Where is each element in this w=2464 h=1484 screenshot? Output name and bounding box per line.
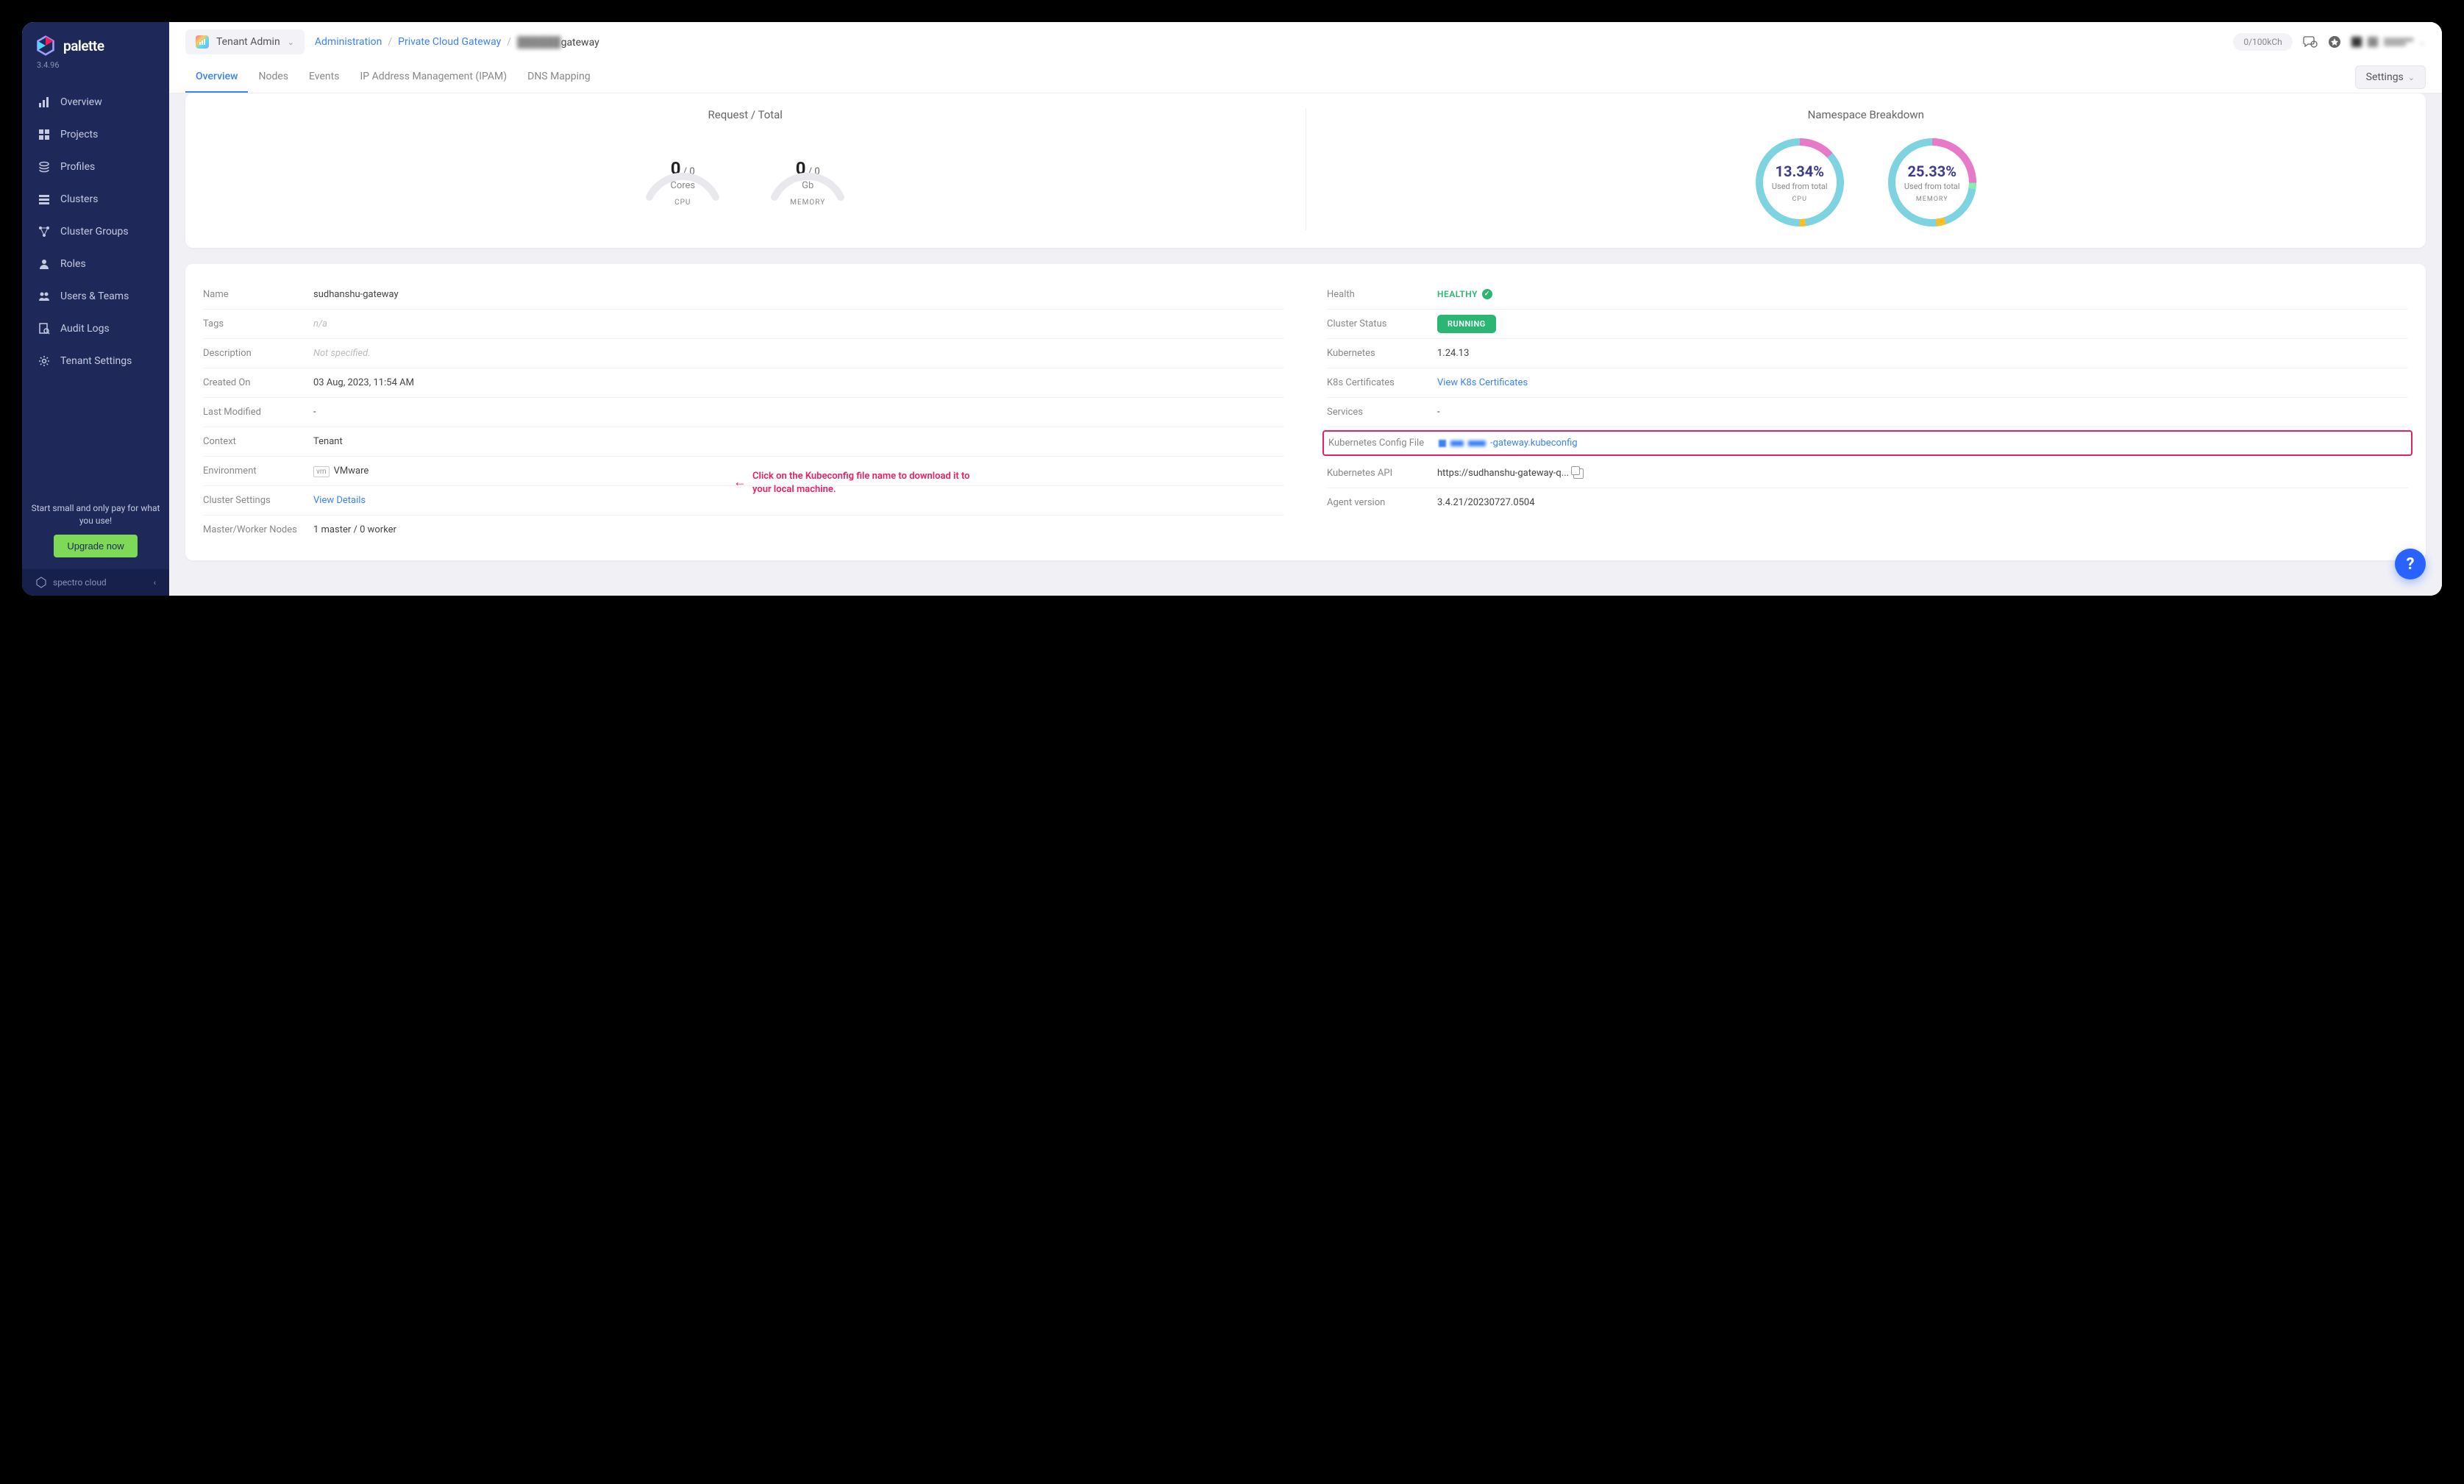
view-certs-link[interactable]: View K8s Certificates (1437, 377, 2408, 388)
nav-label: Cluster Groups (60, 226, 129, 238)
upgrade-box: Start small and only pay for what you us… (22, 492, 169, 569)
credits-pill[interactable]: 0/100kCh (2233, 33, 2292, 51)
gauge-memory: 0 / 0 Gb MEMORY (763, 135, 852, 207)
details-card: Namesudhanshu-gateway Tagsn/a Descriptio… (185, 264, 2426, 560)
topbar: Tenant Admin ⌄ Administration / Private … (169, 22, 2442, 62)
tab-dns[interactable]: DNS Mapping (517, 62, 601, 93)
metrics-left-title: Request / Total (185, 108, 1306, 121)
spectro-icon (35, 577, 47, 588)
sidebar-footer: spectro cloud ‹ (22, 569, 169, 596)
list-icon (38, 193, 50, 205)
breadcrumb-admin[interactable]: Administration (315, 36, 382, 48)
nav-label: Overview (60, 96, 102, 108)
nav-label: Audit Logs (60, 323, 110, 335)
k8s-api-url: https://sudhanshu-gateway-q... (1437, 468, 2408, 479)
collapse-icon[interactable]: ‹ (154, 578, 156, 588)
footer-text: spectro cloud (53, 577, 107, 588)
version-label: 3.4.96 (22, 60, 169, 80)
sidebar-item-profiles[interactable]: Profiles (22, 151, 169, 183)
topbar-right: 0/100kCh ⌄ (2233, 33, 2426, 51)
check-icon: ✓ (1482, 289, 1492, 299)
nav-label: Clusters (60, 193, 98, 205)
tab-ipam[interactable]: IP Address Management (IPAM) (349, 62, 517, 93)
services-value: - (1437, 407, 2408, 418)
upgrade-text: Start small and only pay for what you us… (31, 502, 160, 527)
context-value: Tenant (313, 436, 1284, 447)
sidebar-item-cluster-groups[interactable]: Cluster Groups (22, 215, 169, 248)
chat-icon[interactable] (2303, 35, 2318, 49)
cluster-description: Not specified. (313, 348, 1284, 359)
nav-label: Tenant Settings (60, 355, 132, 367)
sidebar-nav: Overview Projects Profiles Clusters Clus… (22, 80, 169, 492)
breadcrumb-pcg[interactable]: Private Cloud Gateway (398, 36, 501, 48)
cluster-name: sudhanshu-gateway (313, 289, 1284, 300)
metrics-request-total: Request / Total 0 / 0 Cores CPU 0 / 0 Gb (185, 108, 1306, 230)
nav-label: Users & Teams (60, 290, 129, 302)
copy-icon[interactable] (1573, 468, 1584, 479)
details-left-col: Namesudhanshu-gateway Tagsn/a Descriptio… (193, 280, 1295, 544)
created-on: 03 Aug, 2023, 11:54 AM (313, 377, 1284, 388)
upgrade-button[interactable]: Upgrade now (54, 535, 137, 557)
tenant-label: Tenant Admin (216, 36, 280, 48)
tab-overview[interactable]: Overview (185, 62, 248, 93)
sidebar-item-roles[interactable]: Roles (22, 248, 169, 280)
cluster-tags: n/a (313, 318, 1284, 329)
breadcrumb-current: ██████gateway (517, 36, 599, 49)
tabbar: Overview Nodes Events IP Address Managem… (169, 62, 2442, 93)
tenant-icon (196, 35, 209, 49)
content-scroll[interactable]: Request / Total 0 / 0 Cores CPU 0 / 0 Gb (169, 93, 2442, 596)
agent-version: 3.4.21/20230727.0504 (1437, 497, 2408, 508)
cluster-status: RUNNING (1437, 318, 2408, 329)
sidebar-item-users-teams[interactable]: Users & Teams (22, 280, 169, 313)
sidebar-item-tenant-settings[interactable]: Tenant Settings (22, 345, 169, 377)
users-icon (38, 290, 50, 302)
last-modified: - (313, 407, 1284, 418)
tab-nodes[interactable]: Nodes (248, 62, 299, 93)
brand-name: palette (63, 38, 104, 54)
tenant-selector[interactable]: Tenant Admin ⌄ (185, 29, 305, 54)
grid-icon (38, 129, 50, 140)
settings-button[interactable]: Settings⌄ (2355, 65, 2426, 89)
sidebar-item-audit-logs[interactable]: Audit Logs (22, 313, 169, 345)
palette-logo-icon (35, 35, 56, 56)
gear-icon (38, 355, 50, 367)
search-doc-icon (38, 323, 50, 335)
details-right-col: HealthHEALTHY✓ Cluster StatusRUNNING Kub… (1317, 280, 2418, 544)
tab-events[interactable]: Events (299, 62, 349, 93)
k8s-version: 1.24.13 (1437, 348, 2408, 359)
nodes-value: 1 master / 0 worker (313, 524, 1284, 535)
logo: palette (22, 22, 169, 60)
metrics-namespace-breakdown: Namespace Breakdown 13.34% Used from tot… (1306, 108, 2426, 230)
metrics-right-title: Namespace Breakdown (1306, 108, 2426, 121)
spectro-logo: spectro cloud (35, 577, 107, 588)
chevron-down-icon: ⌄ (2408, 73, 2415, 82)
breadcrumb: Administration / Private Cloud Gateway /… (315, 36, 599, 49)
nodes-icon (38, 226, 50, 238)
layers-icon (38, 161, 50, 173)
donut-memory: 25.33% Used from total MEMORY (1884, 135, 1980, 230)
health-status: HEALTHY✓ (1437, 289, 2408, 300)
kubeconfig-download-link[interactable]: -gateway.kubeconfig (1439, 438, 2407, 449)
sidebar-item-overview[interactable]: Overview (22, 86, 169, 118)
chart-icon (38, 96, 50, 108)
kubeconfig-row: Kubernetes Config File -gateway.kubeconf… (1322, 430, 2413, 456)
help-button[interactable]: ? (2395, 549, 2426, 579)
nav-label: Roles (60, 258, 86, 270)
user-menu[interactable]: ⌄ (2351, 37, 2426, 47)
sidebar: palette 3.4.96 Overview Projects Profile… (22, 22, 169, 596)
main-content: Tenant Admin ⌄ Administration / Private … (169, 22, 2442, 596)
chevron-down-icon: ⌄ (288, 38, 294, 47)
nav-label: Projects (60, 129, 98, 140)
gauge-cpu: 0 / 0 Cores CPU (638, 135, 727, 207)
app-window: palette 3.4.96 Overview Projects Profile… (22, 22, 2442, 596)
donut-cpu: 13.34% Used from total CPU (1752, 135, 1848, 230)
arrow-icon: ← (733, 473, 747, 491)
callout-annotation: ← Click on the Kubeconfig file name to d… (733, 470, 988, 496)
metrics-card: Request / Total 0 / 0 Cores CPU 0 / 0 Gb (185, 93, 2426, 248)
star-icon[interactable] (2328, 35, 2341, 49)
sidebar-item-projects[interactable]: Projects (22, 118, 169, 151)
user-icon (38, 258, 50, 270)
sidebar-item-clusters[interactable]: Clusters (22, 183, 169, 215)
nav-label: Profiles (60, 161, 95, 173)
